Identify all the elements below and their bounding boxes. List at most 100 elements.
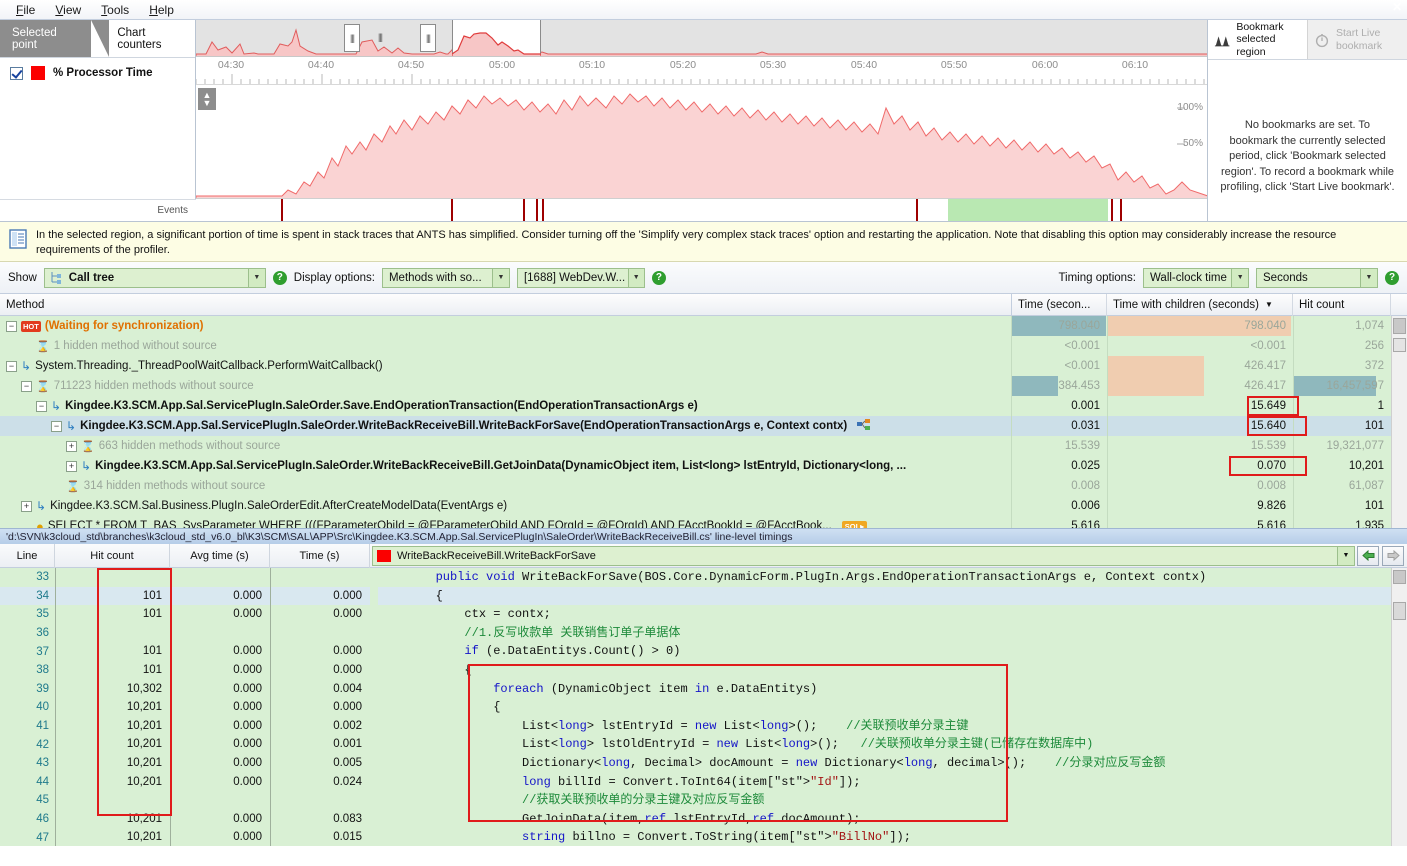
tree-expander[interactable]: + [21,501,32,512]
event-marker[interactable] [542,199,544,221]
call-tree-body[interactable]: − HOT (Waiting for synchronization) 798.… [0,316,1407,528]
code-line[interactable]: { [378,661,1407,680]
close-icon[interactable]: ✕ [1392,0,1402,14]
scrollbar-thumb[interactable] [1393,570,1406,584]
tree-node[interactable]: + ⌛ 663 hidden methods without source [0,440,1011,453]
event-marker[interactable] [916,199,918,221]
performance-chart[interactable]: ||| ||| ||| 04:30 04:40 04:50 05:00 05:1… [196,20,1207,221]
tree-expander[interactable]: − [36,401,47,412]
help-icon-timing[interactable]: ? [1385,271,1399,285]
table-row[interactable]: − HOT (Waiting for synchronization) 798.… [0,316,1407,336]
table-row[interactable]: − ↳ Kingdee.K3.SCM.App.Sal.ServicePlugIn… [0,396,1407,416]
timing-mode-combo[interactable]: Wall-clock time ▼ [1143,268,1249,288]
source-code-area[interactable]: 33 34 101 0.000 0.000 35 101 0.000 0.000… [0,568,1407,846]
event-marker[interactable] [281,199,283,221]
table-row[interactable]: − ↳ System.Threading._ThreadPoolWaitCall… [0,356,1407,376]
tree-node[interactable]: − ⌛ 711223 hidden methods without source [0,380,1011,393]
tree-node[interactable]: ● SELECT * FROM T_BAS_SysParameter WHERE… [0,519,1011,529]
table-row[interactable]: − ⌛ 711223 hidden methods without source… [0,376,1407,396]
show-combo[interactable]: Call tree ▼ [44,268,266,288]
tree-expander[interactable]: + [66,461,77,472]
counter-checkbox[interactable] [10,67,23,80]
col-header-method[interactable]: Method [0,294,1011,316]
col-header-hit-count[interactable]: Hit count [1293,294,1391,316]
event-marker[interactable] [1120,199,1122,221]
scrollbar-position-marker[interactable] [1393,602,1406,620]
code-line[interactable]: ctx = contx; [378,605,1407,624]
selection-grip[interactable]: ||| [372,26,388,48]
code-line[interactable]: if (e.DataEntitys.Count() > 0) [378,642,1407,661]
nav-back-button[interactable] [1357,546,1379,566]
timing-units-combo[interactable]: Seconds ▼ [1256,268,1378,288]
tree-expander[interactable]: − [51,421,62,432]
code-line[interactable]: Dictionary<long, Decimal> docAmount = ne… [378,754,1407,773]
code-line[interactable]: foreach (DynamicObject item in e.DataEnt… [378,680,1407,699]
help-icon-show[interactable]: ? [273,271,287,285]
help-icon-display[interactable]: ? [652,271,666,285]
code-line[interactable]: //获取关联预收单的分录主键及对应反写金额 [378,791,1407,810]
bookmark-selected-region-button[interactable]: Bookmark selected region [1208,20,1307,59]
code-line[interactable]: GetJoinData(item,ref lstEntryId,ref docA… [378,810,1407,829]
table-row[interactable]: + ↳ Kingdee.K3.SCM.Sal.Business.PlugIn.S… [0,496,1407,516]
scrollbar-thumb[interactable] [1393,318,1406,334]
code-line[interactable]: //1.反写收款单 关联销售订单子单据体 [378,624,1407,643]
timeline-overview[interactable]: ||| ||| ||| [196,20,1207,57]
method-selector-arrow[interactable]: ▼ [1337,547,1354,565]
process-combo-arrow[interactable]: ▼ [628,269,644,287]
method-selector-combo[interactable]: WriteBackReceiveBill.WriteBackForSave ▼ [372,546,1355,566]
tree-node[interactable]: + ↳ Kingdee.K3.SCM.App.Sal.ServicePlugIn… [0,459,1011,473]
overview-handle-right[interactable]: ||| [420,24,436,52]
process-combo[interactable]: [1688] WebDev.W... ▼ [517,268,645,288]
source-code-text[interactable]: public void WriteBackForSave(BOS.Core.Dy… [370,568,1407,846]
menu-item-help[interactable]: Help [139,1,184,19]
counter-row-processor-time[interactable]: % Processor Time [0,58,195,80]
code-line[interactable]: { [378,698,1407,717]
tree-node[interactable]: ⌛ 1 hidden method without source [0,340,1011,353]
tree-expander[interactable]: − [6,361,17,372]
timing-mode-arrow[interactable]: ▼ [1231,269,1248,287]
src-col-line[interactable]: Line [0,544,55,568]
nav-forward-button[interactable] [1382,546,1404,566]
menu-item-view[interactable]: View [45,1,91,19]
timing-units-arrow[interactable]: ▼ [1360,269,1377,287]
tree-node[interactable]: − HOT (Waiting for synchronization) [0,320,1011,332]
overview-handle-left[interactable]: ||| [344,24,360,52]
scrollbar-track-marker[interactable] [1393,338,1406,352]
event-marker[interactable] [536,199,538,221]
code-line[interactable]: { [378,587,1407,606]
table-row[interactable]: + ⌛ 663 hidden methods without source 15… [0,436,1407,456]
table-row[interactable]: ⌛ 314 hidden methods without source 0.00… [0,476,1407,496]
event-marker[interactable] [451,199,453,221]
show-combo-arrow[interactable]: ▼ [248,269,265,287]
table-row[interactable]: − ↳ Kingdee.K3.SCM.App.Sal.ServicePlugIn… [0,416,1407,436]
table-row[interactable]: + ↳ Kingdee.K3.SCM.App.Sal.ServicePlugIn… [0,456,1407,476]
code-vertical-scrollbar[interactable] [1391,568,1407,846]
tree-vertical-scrollbar[interactable] [1391,316,1407,528]
tree-expander[interactable]: − [21,381,32,392]
display-options-arrow[interactable]: ▼ [492,269,509,287]
event-marker[interactable] [1111,199,1113,221]
col-header-time[interactable]: Time (secon... [1011,294,1107,316]
event-region-selected[interactable] [948,199,1108,221]
start-live-bookmark-button[interactable]: Start Live bookmark [1307,20,1407,59]
view-source-icon[interactable] [857,419,871,434]
tree-node[interactable]: − ↳ Kingdee.K3.SCM.App.Sal.ServicePlugIn… [0,399,1011,413]
tree-expander[interactable]: − [6,321,17,332]
tree-node[interactable]: − ↳ Kingdee.K3.SCM.App.Sal.ServicePlugIn… [0,419,1011,434]
tree-node[interactable]: − ↳ System.Threading._ThreadPoolWaitCall… [0,359,1011,373]
col-header-time-with-children[interactable]: Time with children (seconds) ▼ [1107,294,1293,316]
code-line[interactable]: List<long> lstEntryId = new List<long>()… [378,717,1407,736]
table-row[interactable]: ⌛ 1 hidden method without source <0.001 … [0,336,1407,356]
menu-item-tools[interactable]: Tools [91,1,139,19]
menu-item-file[interactable]: FFileile [6,1,45,19]
code-line[interactable]: List<long> lstOldEntryId = new List<long… [378,735,1407,754]
code-line[interactable]: public void WriteBackForSave(BOS.Core.Dy… [378,568,1407,587]
src-col-time[interactable]: Time (s) [270,544,370,568]
tab-selected-point[interactable]: Selected point [0,20,91,57]
code-line[interactable]: string billno = Convert.ToString(item["s… [378,828,1407,846]
event-marker[interactable] [523,199,525,221]
tree-node[interactable]: + ↳ Kingdee.K3.SCM.Sal.Business.PlugIn.S… [0,499,1011,513]
display-options-combo[interactable]: Methods with so... ▼ [382,268,510,288]
table-row[interactable]: ● SELECT * FROM T_BAS_SysParameter WHERE… [0,516,1407,528]
events-bar[interactable] [196,198,1207,221]
